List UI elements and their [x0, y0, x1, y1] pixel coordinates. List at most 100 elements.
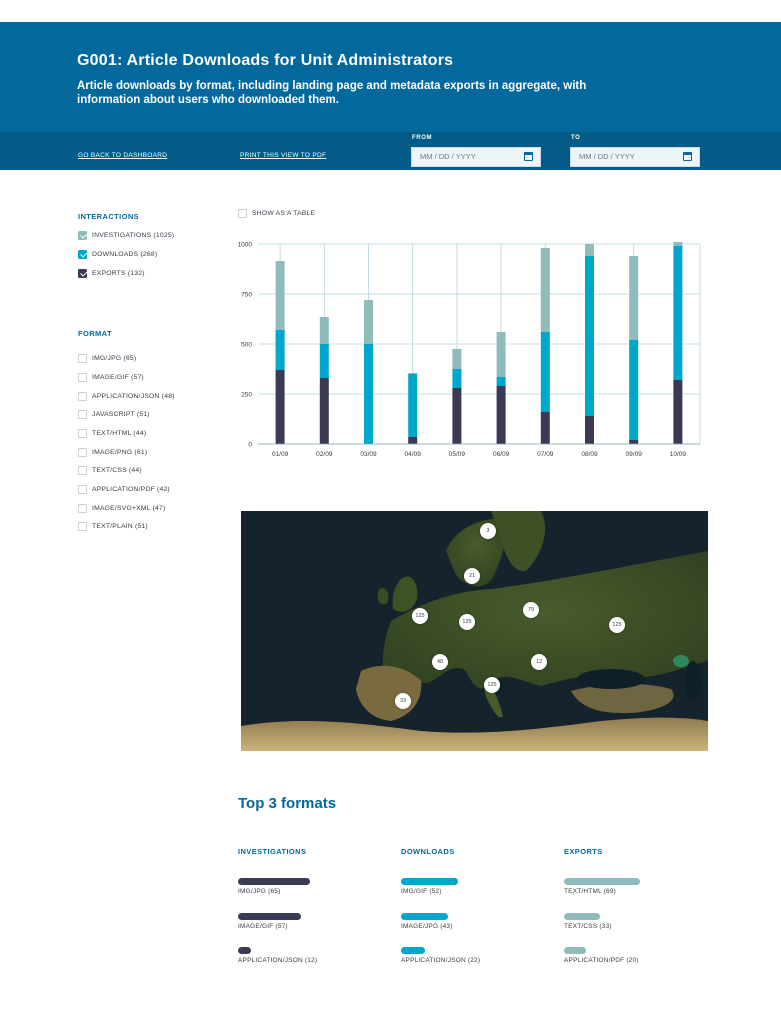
format-filter[interactable]: APPLICATION/PDF (42) — [78, 483, 170, 495]
x-tick-label: 08/09 — [581, 451, 598, 458]
bar-segment — [319, 378, 329, 444]
bar-segment — [629, 340, 639, 440]
bar-segment — [452, 369, 462, 388]
map-cluster-pin[interactable]: 33 — [395, 693, 411, 709]
format-filter[interactable]: IMAGE/SVG+XML (47) — [78, 502, 165, 514]
checkbox-icon[interactable] — [78, 484, 87, 494]
map-cluster-pin[interactable]: 125 — [484, 677, 500, 693]
filter-label: APPLICATION/PDF (42) — [92, 485, 170, 493]
bar-segment — [275, 370, 285, 444]
top3-item: IMAGE/GIF (57) — [238, 913, 301, 930]
checkbox-icon[interactable] — [78, 391, 87, 401]
y-tick-label: 0 — [248, 442, 252, 449]
filter-label: TEXT/CSS (44) — [92, 466, 142, 474]
x-tick-label: 10/09 — [670, 451, 687, 458]
checkbox-icon[interactable] — [238, 208, 247, 218]
map-cluster-pin[interactable]: 3 — [480, 523, 496, 539]
filter-label: IMAGE/PNG (61) — [92, 448, 148, 456]
top-strip — [0, 0, 781, 22]
checkbox-icon[interactable] — [78, 447, 87, 457]
checkbox-icon[interactable] — [78, 428, 87, 438]
calendar-icon[interactable] — [524, 152, 533, 161]
x-tick-label: 02/09 — [316, 451, 333, 458]
top3-bar — [238, 947, 251, 954]
x-tick-label: 01/09 — [272, 451, 289, 458]
map-cluster-pin[interactable]: 12 — [531, 654, 547, 670]
toolbar: GO BACK TO DASHBOARD PRINT THIS VIEW TO … — [0, 132, 781, 170]
bar-segment — [364, 300, 373, 344]
checkbox-icon[interactable] — [78, 409, 87, 419]
top3-bar — [401, 947, 425, 954]
format-filter[interactable]: IMAGE/PNG (61) — [78, 446, 147, 458]
map-cluster-pin[interactable]: 125 — [459, 614, 475, 630]
top3-item-label: APPLICATION/PDF (20) — [564, 957, 639, 964]
x-tick-label: 05/09 — [449, 451, 466, 458]
bar-segment — [585, 244, 594, 256]
bar-segment — [452, 349, 462, 369]
top3-column-title: DOWNLOADS — [401, 847, 455, 856]
format-filter[interactable]: JAVASCRIPT (51) — [78, 408, 150, 420]
bar-segment — [408, 437, 418, 444]
bar-segment — [585, 416, 594, 444]
format-filter[interactable]: IMAGE/GIF (57) — [78, 371, 144, 383]
filter-label: IMG/JPG (65) — [92, 354, 137, 362]
checkbox-icon[interactable] — [78, 521, 87, 531]
page-header: G001: Article Downloads for Unit Adminis… — [0, 22, 781, 132]
back-to-dashboard-link[interactable]: GO BACK TO DASHBOARD — [78, 152, 167, 159]
filter-label: DOWNLOADS (268) — [92, 250, 158, 258]
y-tick-label: 1000 — [238, 242, 253, 249]
bar-segment — [629, 440, 639, 444]
format-filter[interactable]: APPLICATION/JSON (48) — [78, 390, 175, 402]
top3-item-label: TEXT/CSS (33) — [564, 923, 612, 930]
bar-segment — [673, 242, 683, 246]
checkbox-icon[interactable] — [78, 465, 87, 475]
checkbox-icon[interactable] — [78, 268, 87, 278]
y-tick-label: 250 — [241, 392, 252, 399]
world-map[interactable]: 3 21 125 79 125 125 48 12 125 33 — [241, 511, 708, 751]
format-filter[interactable]: TEXT/PLAIN (51) — [78, 520, 148, 532]
filter-label: IMAGE/SVG+XML (47) — [92, 504, 166, 512]
top3-bar — [238, 913, 301, 920]
show-as-table-toggle[interactable]: SHOW AS A TABLE — [238, 207, 315, 219]
bar-segment — [364, 344, 373, 444]
print-pdf-link[interactable]: PRINT THIS VIEW TO PDF — [240, 152, 326, 159]
bar-segment — [540, 332, 550, 412]
calendar-icon[interactable] — [683, 152, 692, 161]
map-cluster-pin[interactable]: 48 — [432, 654, 448, 670]
top3-item-label: IMG/GIF (52) — [401, 888, 442, 895]
format-filter[interactable]: TEXT/CSS (44) — [78, 464, 142, 476]
top3-column-title: EXPORTS — [564, 847, 603, 856]
to-date-input[interactable]: MM / DD / YYYY — [570, 147, 700, 167]
checkbox-icon[interactable] — [78, 353, 87, 363]
filter-label: IMAGE/GIF (57) — [92, 373, 144, 381]
top3-bar — [564, 913, 600, 920]
format-filter[interactable]: IMG/JPG (65) — [78, 352, 136, 364]
checkbox-icon[interactable] — [78, 249, 87, 259]
checkbox-icon[interactable] — [78, 503, 87, 513]
map-cluster-pin[interactable]: 21 — [464, 568, 480, 584]
checkbox-icon[interactable] — [78, 372, 87, 382]
bar-segment — [540, 412, 550, 444]
bar-segment — [452, 388, 462, 444]
top3-bar — [564, 947, 586, 954]
bar-segment — [585, 256, 594, 416]
top3-item: TEXT/HTML (69) — [564, 878, 640, 895]
checkbox-icon[interactable] — [78, 230, 87, 240]
top3-item: TEXT/CSS (33) — [564, 913, 612, 930]
interaction-filter-exports[interactable]: EXPORTS (132) — [78, 267, 145, 279]
x-tick-label: 06/09 — [493, 451, 510, 458]
format-title: FORMAT — [78, 329, 112, 338]
top3-item-label: IMAGE/GIF (57) — [238, 923, 288, 930]
x-tick-label: 09/09 — [626, 451, 643, 458]
interaction-filter-investigations[interactable]: INVESTIGATIONS (1025) — [78, 229, 174, 241]
bar-segment — [319, 317, 329, 344]
from-date-input[interactable]: MM / DD / YYYY — [411, 147, 541, 167]
downloads-chart: 0 250 500 750 1000 01/09 02/09 03/09 04/09 05/09 0… — [230, 232, 710, 464]
top3-bar — [564, 878, 640, 885]
map-cluster-pin[interactable]: 79 — [523, 602, 539, 618]
format-filter[interactable]: TEXT/HTML (44) — [78, 427, 146, 439]
map-cluster-pin[interactable]: 125 — [609, 617, 625, 633]
interaction-filter-downloads[interactable]: DOWNLOADS (268) — [78, 248, 157, 260]
map-cluster-pin[interactable]: 125 — [412, 608, 428, 624]
stacked-bar-chart: 0 250 500 750 1000 01/09 02/09 03/09 04/09 05/09 0… — [238, 242, 701, 458]
